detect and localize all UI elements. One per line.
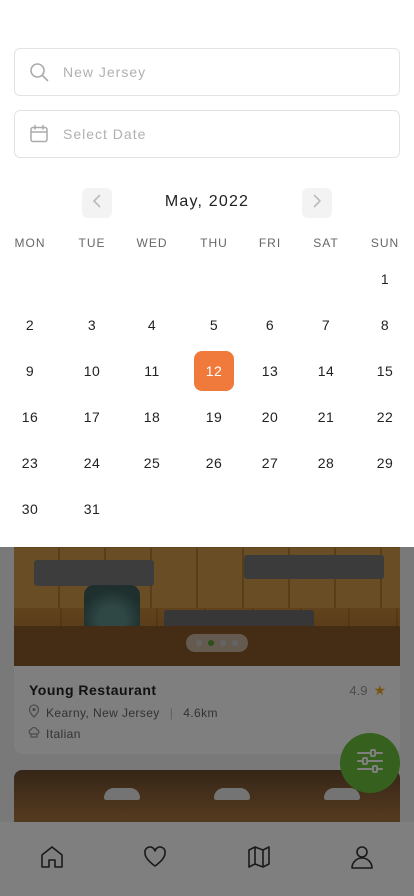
calendar-day[interactable]: 21	[306, 397, 346, 437]
weekday-sun: SUN	[370, 236, 400, 250]
date-field[interactable]: Select Date	[14, 110, 400, 158]
calendar-day[interactable]: 20	[250, 397, 290, 437]
calendar-day[interactable]: 2	[10, 305, 50, 345]
month-label: May, 2022	[164, 193, 250, 210]
calendar-day[interactable]: 31	[72, 489, 112, 529]
calendar-day[interactable]: 4	[132, 305, 172, 345]
weekday-mon: MON	[14, 236, 46, 250]
calendar-day[interactable]: 8	[365, 305, 405, 345]
calendar-day[interactable]: 28	[306, 443, 346, 483]
calendar-day[interactable]: 24	[72, 443, 112, 483]
calendar-day[interactable]: 18	[132, 397, 172, 437]
calendar-day[interactable]: 17	[72, 397, 112, 437]
calendar-day[interactable]: 10	[72, 351, 112, 391]
next-month-button[interactable]	[302, 188, 332, 218]
calendar-day[interactable]: 13	[250, 351, 290, 391]
calendar-day[interactable]: 23	[10, 443, 50, 483]
calendar-icon	[29, 124, 49, 144]
calendar-day[interactable]: 22	[365, 397, 405, 437]
calendar-day[interactable]: 16	[10, 397, 50, 437]
chevron-right-icon	[312, 194, 322, 213]
calendar-day[interactable]: 27	[250, 443, 290, 483]
calendar-day[interactable]: 1	[365, 259, 405, 299]
date-picker-sheet: Select Date May, 2022 MON TUE WED THU FR…	[0, 0, 414, 547]
calendar-day[interactable]: 6	[250, 305, 290, 345]
calendar-day[interactable]: 11	[132, 351, 172, 391]
calendar-day[interactable]: 7	[306, 305, 346, 345]
search-icon	[29, 62, 49, 82]
calendar-day[interactable]: 9	[10, 351, 50, 391]
calendar-day[interactable]: 30	[10, 489, 50, 529]
date-placeholder: Select Date	[63, 126, 147, 142]
calendar-day[interactable]: 29	[365, 443, 405, 483]
calendar-day-selected[interactable]: 12	[194, 351, 234, 391]
search-input[interactable]	[63, 64, 363, 80]
weekday-sat: SAT	[313, 236, 339, 250]
calendar-day[interactable]: 14	[306, 351, 346, 391]
search-field[interactable]	[14, 48, 400, 96]
calendar-day[interactable]: 26	[194, 443, 234, 483]
calendar-header: May, 2022	[0, 187, 414, 219]
calendar-day[interactable]: 3	[72, 305, 112, 345]
weekday-tue: TUE	[78, 236, 106, 250]
calendar-day[interactable]: 19	[194, 397, 234, 437]
calendar-day[interactable]: 25	[132, 443, 172, 483]
weekday-fri: FRI	[258, 236, 282, 250]
weekday-wed: WED	[136, 236, 168, 250]
calendar-day[interactable]: 15	[365, 351, 405, 391]
weekday-row: MON TUE WED THU FRI SAT SUN	[0, 236, 414, 252]
weekday-thu: THU	[200, 236, 228, 250]
calendar-day[interactable]: 5	[194, 305, 234, 345]
